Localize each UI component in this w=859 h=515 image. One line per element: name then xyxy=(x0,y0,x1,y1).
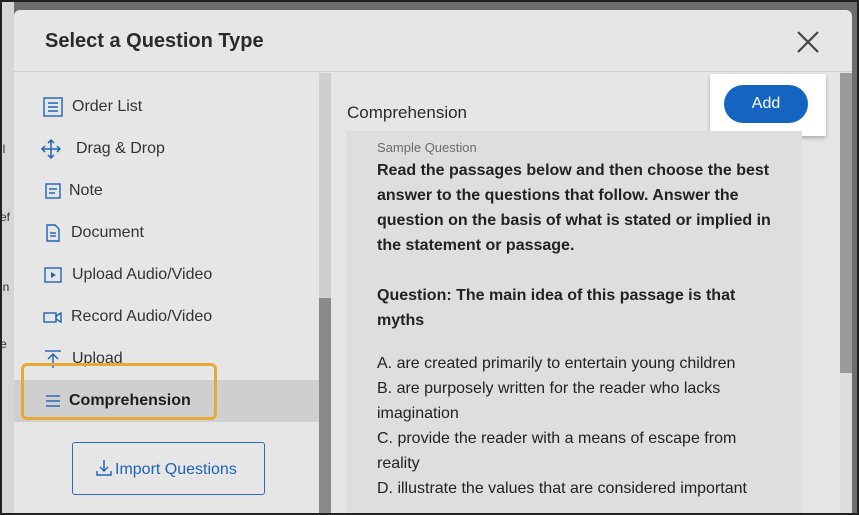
question-type-list: Order List Drag & Drop Note Document Upl… xyxy=(14,73,331,515)
close-icon xyxy=(797,31,819,53)
sample-instructions: Read the passages below and then choose … xyxy=(377,162,771,254)
question-type-label: Upload xyxy=(72,350,123,367)
dialog-header: Select a Question Type xyxy=(14,10,852,72)
answer-option: D. illustrate the values that are consid… xyxy=(377,480,747,497)
question-type-record-audio-video[interactable]: Record Audio/Video xyxy=(14,296,319,338)
record-audio-video-icon xyxy=(43,311,62,324)
answer-option: A. are created primarily to entertain yo… xyxy=(377,355,736,372)
question-type-document[interactable]: Document xyxy=(14,212,319,254)
background-text: e xyxy=(0,337,7,351)
answer-option: C. provide the reader with a means of es… xyxy=(377,430,737,472)
question-type-label: Order List xyxy=(72,98,143,115)
comprehension-icon xyxy=(46,395,60,407)
sidebar-scrollbar-thumb[interactable] xyxy=(319,298,331,515)
document-icon xyxy=(46,224,60,242)
preview-scrollbar-thumb[interactable] xyxy=(840,73,852,373)
question-type-label: Upload Audio/Video xyxy=(72,266,213,283)
question-type-label: Document xyxy=(71,224,144,241)
import-questions-label: Import Questions xyxy=(115,461,237,478)
answer-option: B. are purposely written for the reader … xyxy=(377,380,721,422)
background-text: ef xyxy=(0,210,11,224)
question-type-order-list[interactable]: Order List xyxy=(14,86,319,128)
question-preview-panel: Comprehension Add Sample Question Read t… xyxy=(332,73,852,515)
question-type-label: Drag & Drop xyxy=(76,140,165,157)
question-type-upload[interactable]: Upload xyxy=(14,338,319,380)
question-type-label: Record Audio/Video xyxy=(71,308,213,325)
note-icon xyxy=(45,183,61,199)
add-button-container: Add xyxy=(710,74,826,136)
sample-question-label: Sample Question xyxy=(377,140,477,155)
background-page: ll ef in e xyxy=(0,0,14,515)
order-list-icon xyxy=(43,97,63,117)
sample-question-card: Sample Question Read the passages below … xyxy=(346,131,802,515)
dialog-title: Select a Question Type xyxy=(45,30,264,52)
drag-drop-icon xyxy=(40,138,62,160)
upload-audio-video-icon xyxy=(44,267,62,283)
add-button[interactable]: Add xyxy=(724,85,808,123)
upload-icon xyxy=(45,350,61,368)
question-type-label: Comprehension xyxy=(69,392,191,409)
download-icon xyxy=(96,460,112,476)
background-text: ll xyxy=(0,142,6,156)
question-type-upload-audio-video[interactable]: Upload Audio/Video xyxy=(14,254,319,296)
question-type-drag-drop[interactable]: Drag & Drop xyxy=(14,128,319,170)
question-type-label: Note xyxy=(69,182,103,199)
close-button[interactable] xyxy=(794,28,822,56)
question-type-dialog: Select a Question Type Order List Drag &… xyxy=(14,10,852,515)
question-type-comprehension[interactable]: Comprehension xyxy=(14,380,319,422)
import-questions-button[interactable]: Import Questions xyxy=(72,442,265,495)
question-type-note[interactable]: Note xyxy=(14,170,319,212)
preview-title: Comprehension xyxy=(347,103,468,122)
screen: ll ef in e Select a Question Type Order … xyxy=(0,0,859,515)
sample-question-text: Question: The main idea of this passage … xyxy=(377,287,736,329)
background-text: in xyxy=(0,280,10,294)
